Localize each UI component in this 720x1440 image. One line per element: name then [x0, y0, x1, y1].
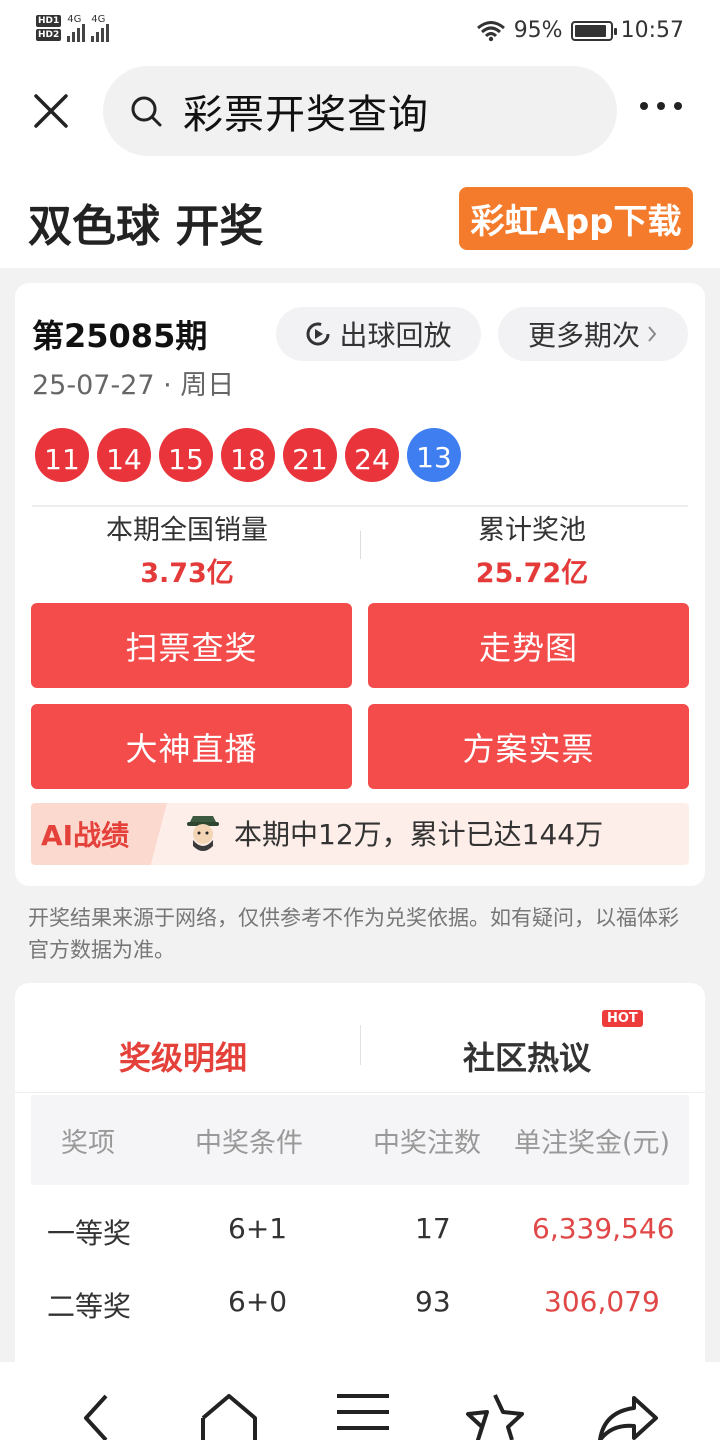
- network-type-1: 4G: [67, 14, 82, 25]
- signal-icon: 4G: [67, 14, 86, 42]
- back-icon[interactable]: [78, 1392, 114, 1440]
- sim2-badge: HD2: [36, 29, 62, 41]
- search-query: 彩票开奖查询: [183, 92, 429, 138]
- battery-icon: [570, 20, 617, 41]
- red-ball: 15: [159, 428, 213, 482]
- sales-value: 3.73亿: [140, 558, 234, 589]
- red-ball: 24: [345, 428, 399, 482]
- ai-record-text: 本期中12万，累计已达144万: [234, 818, 604, 851]
- ai-record-banner[interactable]: AI战绩 本期中12万，累计已达144万: [31, 803, 689, 865]
- sim-badges: HD1 HD2: [36, 15, 62, 41]
- close-icon[interactable]: [30, 90, 72, 132]
- stat-divider: [360, 531, 361, 559]
- replay-button[interactable]: 出球回放: [276, 307, 481, 361]
- title-bar: 双色球 开奖 彩虹App下载: [0, 162, 720, 268]
- ball-row: 11 14 15 18 21 24 13: [35, 428, 461, 482]
- live-stream-button[interactable]: 大神直播: [31, 704, 352, 789]
- col-amount: 单注奖金(元): [514, 1128, 671, 1159]
- plan-ticket-button[interactable]: 方案实票: [368, 704, 689, 789]
- home-icon[interactable]: [199, 1392, 259, 1440]
- trend-chart-button[interactable]: 走势图: [368, 603, 689, 688]
- pool-value: 25.72亿: [475, 558, 589, 589]
- prize-level: 二等奖: [47, 1290, 132, 1323]
- disclaimer-text: 开奖结果来源于网络，仅供参考不作为兑奖依据。如有疑问，以福体彩官方数据为准。: [28, 906, 679, 962]
- pool-stat: 累计奖池 25.72亿: [372, 508, 692, 590]
- clock: 10:57: [620, 18, 684, 43]
- red-ball: 18: [221, 428, 275, 482]
- chevron-right-icon: [648, 326, 657, 342]
- pool-label: 累计奖池: [478, 515, 586, 546]
- col-count: 中奖注数: [373, 1128, 481, 1159]
- prize-amount: 6,339,546: [532, 1212, 675, 1245]
- replay-label: 出球回放: [339, 319, 452, 352]
- share-icon[interactable]: [596, 1392, 662, 1440]
- tab-prize-detail[interactable]: 奖级明细: [119, 1033, 247, 1079]
- prize-condition: 6+0: [228, 1285, 288, 1318]
- draw-result-card: 第25085期 25-07-27 · 周日 出球回放 更多期次 11 14 15…: [15, 283, 705, 886]
- wifi-icon: [476, 20, 505, 41]
- search-input[interactable]: 彩票开奖查询: [103, 66, 617, 156]
- draw-date: 25-07-27 · 周日: [32, 370, 235, 401]
- star-icon[interactable]: [462, 1392, 528, 1440]
- download-app-button[interactable]: 彩虹App下载: [459, 187, 693, 250]
- hot-badge: HOT: [602, 1010, 643, 1027]
- sales-stat: 本期全国销量 3.73亿: [27, 508, 347, 590]
- tab-community[interactable]: 社区热议: [463, 1033, 591, 1079]
- sales-label: 本期全国销量: [106, 515, 268, 546]
- replay-icon: [306, 322, 330, 346]
- sim1-badge: HD1: [36, 15, 62, 27]
- signal-icon-2: 4G: [91, 14, 110, 42]
- bottom-nav: [0, 1362, 720, 1440]
- menu-icon[interactable]: [335, 1392, 391, 1440]
- prize-condition: 6+1: [228, 1212, 288, 1245]
- search-icon: [131, 96, 162, 127]
- avatar-icon: [187, 816, 219, 851]
- col-prize: 奖项: [61, 1128, 115, 1159]
- tab-underline: [15, 1092, 705, 1093]
- divider: [32, 505, 688, 507]
- page-title: 双色球 开奖: [28, 201, 264, 252]
- prize-level: 一等奖: [47, 1217, 132, 1250]
- red-ball: 14: [97, 428, 151, 482]
- prize-count: 93: [415, 1285, 451, 1318]
- battery-percent: 95%: [513, 18, 563, 43]
- col-condition: 中奖条件: [195, 1128, 303, 1159]
- more-issues-label: 更多期次: [527, 319, 640, 352]
- table-header: 奖项 中奖条件 中奖注数 单注奖金(元): [31, 1095, 689, 1185]
- search-bar: 彩票开奖查询: [0, 62, 720, 162]
- red-ball: 11: [35, 428, 89, 482]
- tab-divider: [360, 1025, 361, 1065]
- network-type-2: 4G: [91, 14, 106, 25]
- red-ball: 21: [283, 428, 337, 482]
- prize-count: 17: [415, 1212, 451, 1245]
- signal-area: HD1 HD2 4G 4G: [36, 14, 110, 42]
- status-bar: HD1 HD2 4G 4G 95% 10:57: [0, 0, 720, 62]
- more-options-icon[interactable]: [640, 102, 682, 110]
- scan-ticket-button[interactable]: 扫票查奖: [31, 603, 352, 688]
- issue-number: 第25085期: [32, 317, 208, 355]
- blue-ball: 13: [407, 428, 461, 482]
- prize-detail-card: 奖级明细 社区热议 HOT 奖项 中奖条件 中奖注数 单注奖金(元) 一等奖 6…: [15, 983, 705, 1383]
- ai-tag: AI战绩: [31, 803, 167, 865]
- status-right: 95% 10:57: [476, 18, 684, 43]
- prize-amount: 306,079: [544, 1285, 660, 1318]
- more-issues-button[interactable]: 更多期次: [498, 307, 688, 361]
